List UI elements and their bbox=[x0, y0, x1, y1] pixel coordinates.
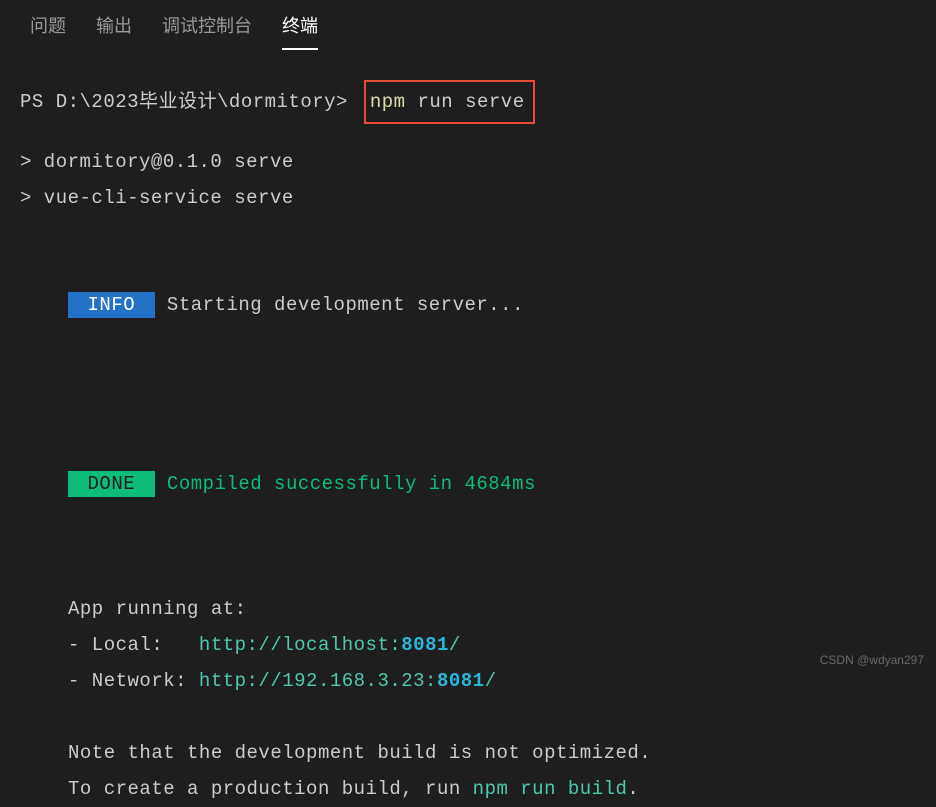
app-running-header: App running at: bbox=[20, 591, 916, 627]
done-line: DONE Compiled successfully in 4684ms bbox=[20, 430, 916, 538]
local-url[interactable]: http://localhost: bbox=[199, 634, 401, 656]
shell-prompt: PS D:\2023毕业设计\dormitory> bbox=[20, 84, 348, 120]
script-output-line: > vue-cli-service serve bbox=[20, 180, 916, 216]
local-port[interactable]: 8081 bbox=[401, 634, 449, 656]
network-url-line: - Network: http://192.168.3.23:8081/ bbox=[20, 663, 916, 699]
tab-bar: 问题 输出 调试控制台 终端 bbox=[0, 0, 936, 50]
info-line: INFO Starting development server... bbox=[20, 251, 916, 359]
network-url[interactable]: http://192.168.3.23: bbox=[199, 670, 437, 692]
script-output-line: > dormitory@0.1.0 serve bbox=[20, 144, 916, 180]
command-args: run serve bbox=[417, 91, 524, 113]
network-slash[interactable]: / bbox=[485, 670, 497, 692]
done-badge: DONE bbox=[68, 471, 155, 497]
local-url-line: - Local: http://localhost:8081/ bbox=[20, 627, 916, 663]
tab-terminal[interactable]: 终端 bbox=[282, 12, 318, 50]
command-highlight: npm run serve bbox=[364, 80, 535, 124]
network-port[interactable]: 8081 bbox=[437, 670, 485, 692]
local-label: - Local: bbox=[68, 634, 199, 656]
tab-debug-console[interactable]: 调试控制台 bbox=[162, 12, 252, 48]
local-slash[interactable]: / bbox=[449, 634, 461, 656]
done-text: Compiled successfully in 4684ms bbox=[155, 473, 536, 495]
tab-problems[interactable]: 问题 bbox=[30, 12, 66, 48]
note-prefix: To create a production build, run bbox=[68, 778, 473, 800]
prompt-line: PS D:\2023毕业设计\dormitory> npm run serve bbox=[20, 80, 916, 124]
note-suffix: . bbox=[627, 778, 639, 800]
network-label: - Network: bbox=[68, 670, 199, 692]
terminal-panel[interactable]: PS D:\2023毕业设计\dormitory> npm run serve … bbox=[0, 50, 936, 807]
command-npm: npm bbox=[370, 91, 406, 113]
info-text: Starting development server... bbox=[155, 294, 524, 316]
note-line: To create a production build, run npm ru… bbox=[20, 771, 916, 807]
build-command: npm run build bbox=[473, 778, 628, 800]
info-badge: INFO bbox=[68, 292, 155, 318]
tab-output[interactable]: 输出 bbox=[96, 12, 132, 48]
watermark: CSDN @wdyan297 bbox=[820, 653, 924, 667]
note-line: Note that the development build is not o… bbox=[20, 735, 916, 771]
